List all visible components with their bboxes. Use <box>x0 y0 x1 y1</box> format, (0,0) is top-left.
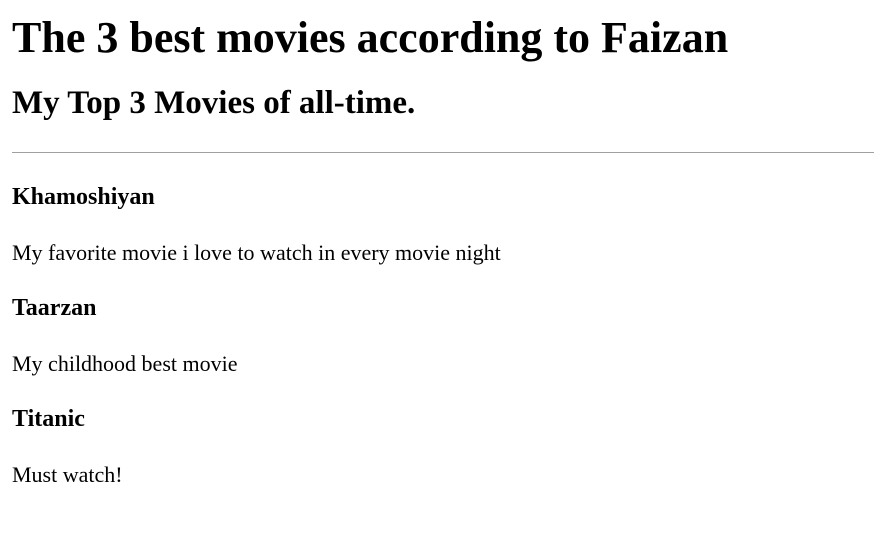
movie-description: My favorite movie i love to watch in eve… <box>12 240 501 265</box>
movie-title: Titanic <box>12 406 85 432</box>
movie-title: Khamoshiyan <box>12 184 155 210</box>
movie-item: Khamoshiyan My favorite movie i love to … <box>12 185 874 264</box>
divider <box>12 152 874 153</box>
movie-list: Khamoshiyan My favorite movie i love to … <box>12 185 874 486</box>
page-subtitle: My Top 3 Movies of all-time. <box>12 85 416 121</box>
movie-description: Must watch! <box>12 462 123 487</box>
movie-title: Taarzan <box>12 295 97 321</box>
movie-description: My childhood best movie <box>12 351 238 376</box>
movie-item: Taarzan My childhood best movie <box>12 296 874 375</box>
movie-item: Titanic Must watch! <box>12 407 874 486</box>
page-title: The 3 best movies according to Faizan <box>12 13 729 62</box>
